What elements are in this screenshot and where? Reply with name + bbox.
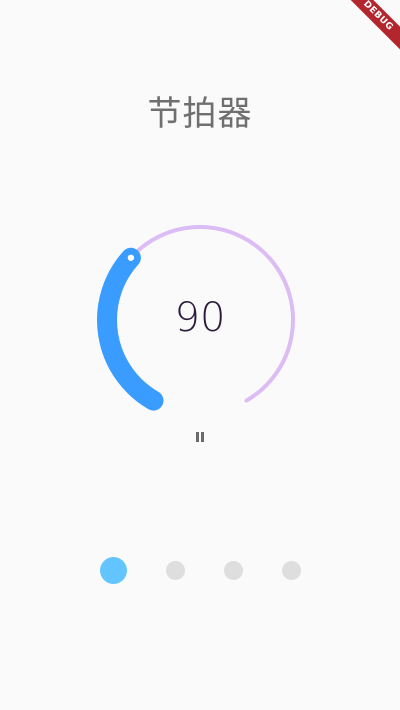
dial-knob-handle[interactable] xyxy=(127,254,135,261)
page-title: 节拍器 xyxy=(147,94,253,134)
pause-bar-right xyxy=(201,432,204,442)
debug-banner: DEBUG xyxy=(338,0,400,56)
page-dot-2[interactable] xyxy=(165,560,185,580)
pause-bar-left xyxy=(196,432,199,442)
pause-icon[interactable] xyxy=(194,431,206,443)
page-indicator xyxy=(0,556,400,584)
metronome-screen: 节拍器 90 DEBUG xyxy=(0,0,400,710)
page-dot-1[interactable] xyxy=(99,556,127,584)
page-dot-3[interactable] xyxy=(223,560,243,580)
bpm-value: 90 xyxy=(174,295,226,341)
page-dot-4[interactable] xyxy=(281,560,301,580)
